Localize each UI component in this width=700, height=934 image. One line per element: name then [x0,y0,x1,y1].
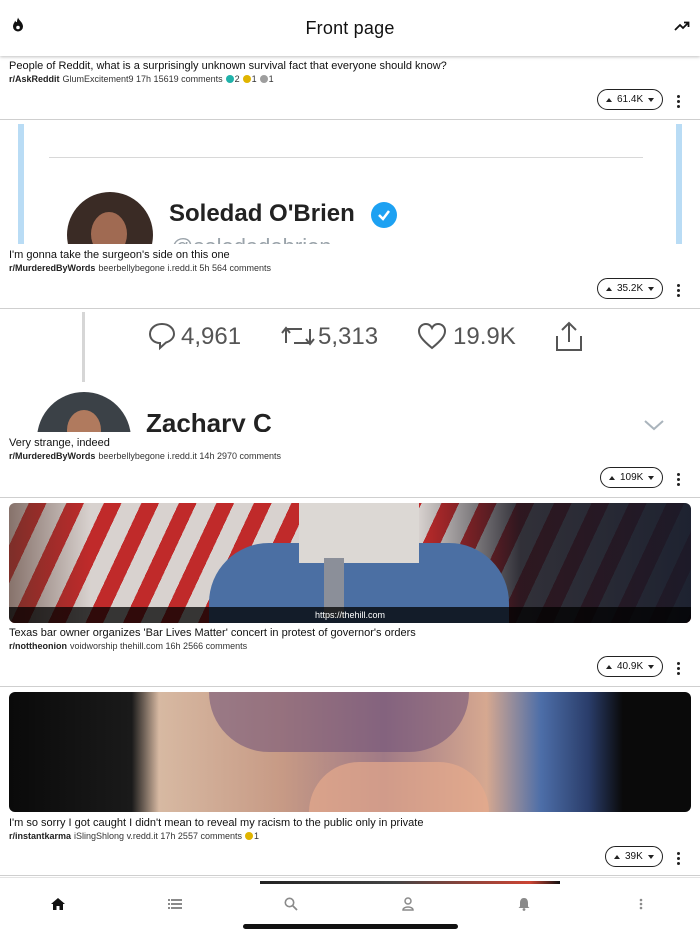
downvote-icon[interactable] [648,475,655,480]
tweet-handle: @soledadobrien [171,234,332,244]
more-options-icon[interactable] [676,284,680,297]
post-card[interactable]: 4,961 5,313 19.9K Zachary C Very strange… [0,309,700,498]
post-title[interactable]: People of Reddit, what is a surprisingly… [9,60,447,72]
post-thumbnail[interactable]: Soledad O'Brien @soledadobrien [9,124,691,244]
heart-icon [417,322,447,355]
post-card[interactable]: I'm so sorry I got caught I didn't mean … [0,687,700,876]
verified-icon [371,202,397,228]
post-meta: r/instantkarma iSlingShlong v.redd.it 17… [9,831,259,841]
score: 61.4K [617,94,644,105]
tweet-author: Soledad O'Brien [169,200,355,227]
downvote-icon[interactable] [647,854,654,859]
tweet-author: Zachary C [146,408,272,432]
next-post-peek [260,881,560,884]
score: 35.2K [617,283,644,294]
flame-icon[interactable] [12,17,24,37]
subreddit-link[interactable]: r/AskReddit [9,74,60,84]
more-options-icon[interactable] [676,662,680,675]
post-thumbnail[interactable] [9,503,691,623]
downvote-icon[interactable] [648,664,655,669]
vote-button[interactable]: 40.9K [597,656,664,677]
post-meta-text: GlumExcitement9 17h 15619 comments [62,74,223,84]
post-thumbnail[interactable] [9,692,691,812]
downvote-icon[interactable] [648,97,655,102]
vote-button[interactable]: 109K [600,467,664,488]
award-badge: 1 [244,831,259,841]
page-title: Front page [305,17,395,38]
upvote-icon[interactable] [609,475,615,480]
post-meta: r/MurderedByWords beerbellybegone i.redd… [9,451,281,461]
profile-icon[interactable] [398,894,418,914]
share-icon [554,320,584,357]
search-icon[interactable] [281,894,301,914]
more-options-icon[interactable] [676,473,680,486]
like-count: 19.9K [453,323,516,350]
downvote-icon[interactable] [648,286,655,291]
more-options-icon[interactable] [676,95,680,108]
avatar [67,192,153,244]
post-meta: r/MurderedByWords beerbellybegone i.redd… [9,263,271,273]
chevron-down-icon [643,418,665,432]
upvote-icon[interactable] [606,664,612,669]
post-meta-text: beerbellybegone i.redd.it 14h 2970 comme… [98,451,281,461]
post-title[interactable]: I'm so sorry I got caught I didn't mean … [9,817,423,829]
post-thumbnail[interactable]: 4,961 5,313 19.9K Zachary C [9,312,691,432]
subreddit-link[interactable]: r/nottheonion [9,641,67,651]
post-meta-text: iSlingShlong v.redd.it 17h 2557 comments [74,831,242,841]
post-meta-text: voidworship thehill.com 16h 2566 comment… [70,641,248,651]
subreddit-link[interactable]: r/instantkarma [9,831,71,841]
score: 109K [620,472,644,483]
retweet-count: 5,313 [318,323,379,350]
post-card[interactable]: People of Reddit, what is a surprisingly… [0,56,700,120]
award-badge: 1 [259,74,274,84]
retweet-icon [281,323,315,354]
post-card[interactable]: https://thehill.com Texas bar owner orga… [0,498,700,687]
vote-button[interactable]: 39K [605,846,663,867]
more-options-icon[interactable] [676,852,680,865]
home-icon[interactable] [48,894,68,914]
award-badge: 2 [225,74,240,84]
more-icon[interactable] [631,894,651,914]
post-meta-text: beerbellybegone i.redd.it 5h 564 comment… [98,263,271,273]
vote-button[interactable]: 35.2K [597,278,664,299]
subreddit-link[interactable]: r/MurderedByWords [9,451,95,461]
score: 40.9K [617,661,644,672]
post-title[interactable]: Very strange, indeed [9,437,110,449]
home-indicator[interactable] [243,924,458,929]
award-badge: 1 [242,74,257,84]
score: 39K [625,851,643,862]
upvote-icon[interactable] [606,97,612,102]
link-url[interactable]: https://thehill.com [9,607,691,623]
post-title[interactable]: Texas bar owner organizes 'Bar Lives Mat… [9,627,416,639]
post-meta: r/nottheonion voidworship thehill.com 16… [9,641,247,651]
app-header: Front page [0,0,700,56]
post-title[interactable]: I'm gonna take the surgeon's side on thi… [9,249,230,261]
reply-count: 4,961 [181,323,242,350]
trending-icon[interactable] [674,18,690,36]
bell-icon[interactable] [514,894,534,914]
list-icon[interactable] [165,894,185,914]
post-meta: r/AskReddit GlumExcitement9 17h 15619 co… [9,74,274,84]
upvote-icon[interactable] [606,286,612,291]
upvote-icon[interactable] [614,854,620,859]
vote-button[interactable]: 61.4K [597,89,664,110]
post-card[interactable]: Soledad O'Brien @soledadobrien I'm gonna… [0,120,700,309]
avatar [37,392,131,432]
subreddit-link[interactable]: r/MurderedByWords [9,263,95,273]
reply-icon [147,321,177,356]
